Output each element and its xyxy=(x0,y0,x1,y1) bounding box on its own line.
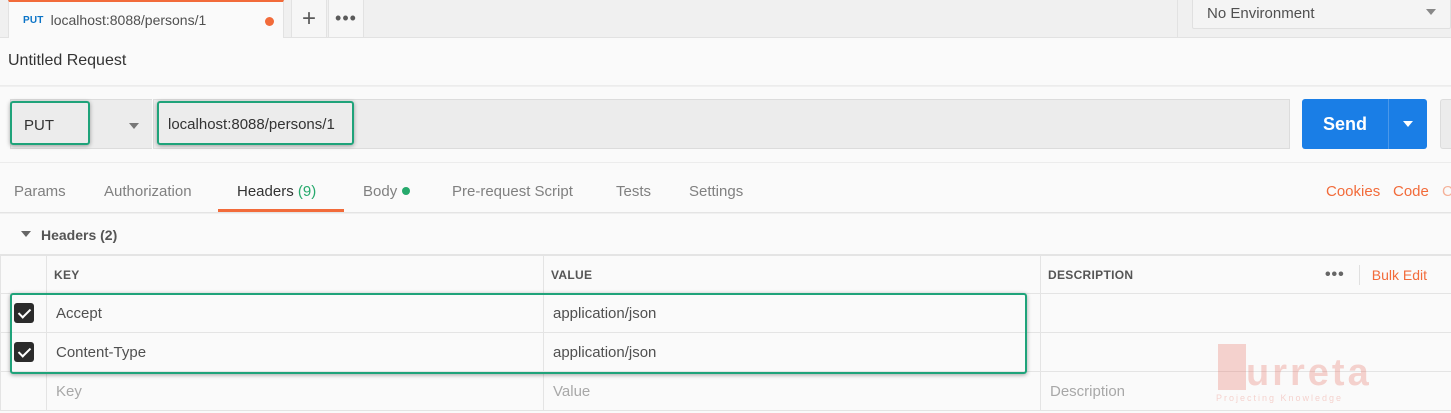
headers-section-toggle[interactable]: Headers (2) xyxy=(0,214,1451,255)
key-column-header: KEY xyxy=(46,255,544,294)
new-tab-button[interactable]: + xyxy=(291,0,327,38)
table-actions: ••• Bulk Edit xyxy=(1306,255,1451,294)
tab-headers-count: (9) xyxy=(297,183,317,200)
unsaved-dot-icon xyxy=(265,17,274,26)
tab-authorization[interactable]: Authorization xyxy=(104,183,192,200)
request-tab[interactable]: PUT localhost:8088/persons/1 xyxy=(8,0,284,38)
value-cell[interactable]: application/json xyxy=(543,293,1041,333)
more-icon: ••• xyxy=(335,8,357,28)
request-title[interactable]: Untitled Request xyxy=(8,52,126,70)
chevron-down-icon xyxy=(1403,121,1413,127)
tab-options-button[interactable]: ••• xyxy=(328,0,364,38)
method-select[interactable]: PUT xyxy=(10,99,152,149)
select-column-header xyxy=(0,255,47,294)
checked-checkbox[interactable] xyxy=(13,303,34,323)
tab-body-label: Body xyxy=(363,183,398,200)
code-link[interactable]: Code xyxy=(1393,183,1429,200)
tab-title: localhost:8088/persons/1 xyxy=(50,12,207,28)
table-row: Accept application/json xyxy=(0,293,1451,333)
tab-body[interactable]: Body xyxy=(363,183,411,200)
request-tabs: Params Authorization Headers (9) Body Pr… xyxy=(0,163,1451,213)
headers-table: KEY VALUE DESCRIPTION ••• Bulk Edit Acce… xyxy=(0,255,1451,411)
tab-bar: PUT localhost:8088/persons/1 + ••• No En… xyxy=(0,0,1451,38)
url-bar: PUT Send xyxy=(0,87,1451,163)
plus-icon: + xyxy=(301,4,316,32)
value-column-header: VALUE xyxy=(543,255,1041,294)
table-header-row: KEY VALUE DESCRIPTION ••• Bulk Edit xyxy=(0,255,1451,294)
headers-section: Headers (2) KEY VALUE DESCRIPTION ••• Bu… xyxy=(0,214,1451,413)
table-row: Content-Type application/json xyxy=(0,332,1451,372)
more-icon[interactable]: ••• xyxy=(1325,266,1345,284)
method-label: PUT xyxy=(24,117,54,134)
body-indicator-icon xyxy=(402,187,411,196)
send-options-button[interactable] xyxy=(1388,99,1427,149)
chevron-down-icon xyxy=(1426,9,1436,15)
comments-link[interactable]: C xyxy=(1442,183,1451,200)
description-placeholder-cell[interactable]: Description xyxy=(1040,371,1451,411)
checked-checkbox[interactable] xyxy=(13,342,34,362)
caret-down-icon xyxy=(21,231,31,237)
row-select-cell xyxy=(0,293,47,333)
description-cell[interactable] xyxy=(1040,293,1451,333)
tab-method-label: PUT xyxy=(23,14,44,26)
bulk-edit-link[interactable]: Bulk Edit xyxy=(1372,267,1427,283)
key-cell[interactable]: Content-Type xyxy=(46,332,544,372)
environment-select[interactable]: No Environment xyxy=(1192,0,1451,29)
description-column-header: DESCRIPTION xyxy=(1040,255,1307,294)
divider xyxy=(1177,0,1178,38)
new-row: Key Value Description xyxy=(0,371,1451,411)
environment-label: No Environment xyxy=(1207,5,1315,22)
row-select-cell xyxy=(0,332,47,372)
request-title-bar: Untitled Request xyxy=(0,38,1451,86)
active-tab-underline xyxy=(218,209,344,212)
row-select-cell xyxy=(0,371,47,411)
headers-section-title: Headers (2) xyxy=(41,227,118,243)
tab-settings[interactable]: Settings xyxy=(689,183,743,200)
tab-headers[interactable]: Headers (9) xyxy=(237,183,316,200)
tab-params[interactable]: Params xyxy=(14,183,66,200)
key-cell[interactable]: Accept xyxy=(46,293,544,333)
save-button[interactable] xyxy=(1440,99,1451,149)
tab-tests[interactable]: Tests xyxy=(616,183,651,200)
chevron-down-icon xyxy=(129,123,139,129)
key-placeholder-cell[interactable]: Key xyxy=(46,371,544,411)
description-cell[interactable] xyxy=(1040,332,1451,372)
send-button[interactable]: Send xyxy=(1302,99,1388,149)
value-placeholder-cell[interactable]: Value xyxy=(543,371,1041,411)
url-input[interactable] xyxy=(153,99,1290,149)
tab-headers-label: Headers xyxy=(237,183,294,200)
value-cell[interactable]: application/json xyxy=(543,332,1041,372)
tab-pre-request-script[interactable]: Pre-request Script xyxy=(452,183,573,200)
cookies-link[interactable]: Cookies xyxy=(1326,183,1380,200)
divider xyxy=(1358,264,1360,285)
